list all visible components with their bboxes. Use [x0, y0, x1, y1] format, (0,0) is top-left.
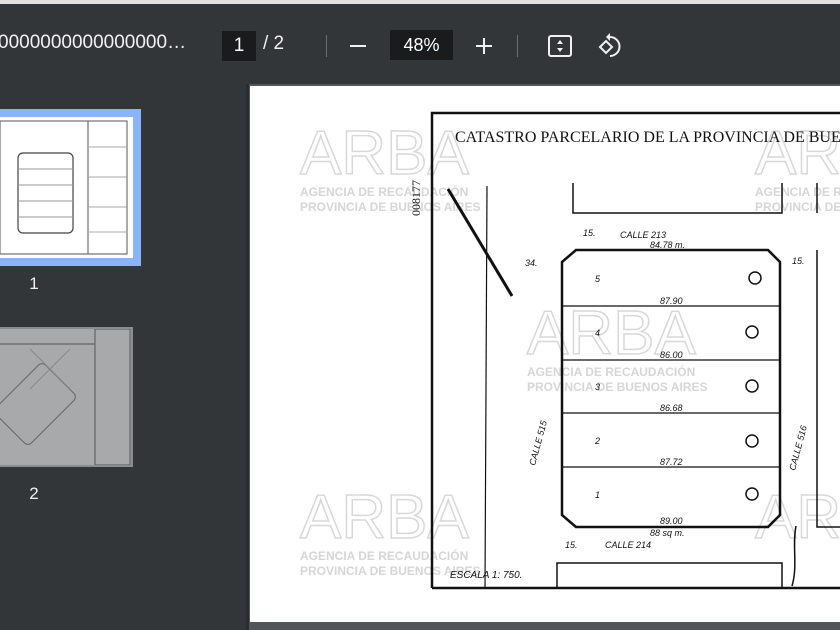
lot-dimension: 86.68	[660, 403, 683, 413]
cadastral-plan: ARBA ARBA ARBA ARBA ARBA AGENCIA DE RECA…	[299, 111, 840, 590]
lot-label: 3	[595, 382, 600, 392]
rotate-icon	[598, 33, 621, 57]
lot-label: 1	[595, 490, 600, 500]
block-top	[572, 183, 783, 214]
thumbnail-image	[0, 117, 133, 258]
zoom-level-input[interactable]: 48%	[390, 30, 453, 60]
document-filename: 0000000000000000…	[0, 32, 187, 53]
thumbnail-label: 1	[29, 274, 39, 293]
document-viewer[interactable]: ARBA ARBA ARBA ARBA ARBA AGENCIA DE RECA…	[249, 84, 840, 630]
corner-label: 15.	[565, 540, 578, 550]
lot-label: 2	[594, 436, 600, 446]
lot-label: 5	[595, 274, 601, 284]
corner-label: 34.	[525, 258, 538, 268]
minus-icon	[350, 45, 366, 47]
page-thumbnail-2[interactable]	[0, 327, 133, 467]
watermark-text: AGENCIA DE RECAUDACIÓN	[755, 184, 840, 199]
lot-dimension: 89.00	[660, 516, 683, 526]
watermark-text: AGENCIA DE RECAUDACIÓN	[527, 364, 695, 379]
zoom-in-button[interactable]	[468, 30, 500, 62]
pdf-page: ARBA ARBA ARBA ARBA ARBA AGENCIA DE RECA…	[250, 86, 840, 622]
lot-dimension: 87.90	[660, 296, 683, 306]
watermark-logo: ARBA	[300, 483, 469, 552]
page-number-input[interactable]: 1	[222, 31, 256, 61]
street-label: CALLE 516	[787, 424, 809, 471]
watermark-text: AGENCIA DE RECAUDACIÓN	[300, 184, 468, 199]
watermark-logo: ARBA	[755, 483, 840, 552]
watermarks: ARBA ARBA ARBA ARBA ARBA	[299, 118, 840, 553]
scale-label: ESCALA 1: 750.	[450, 570, 522, 581]
watermark-text: PROVINCIA DE BUENOS AIRES	[527, 380, 707, 394]
street-label: CALLE 515	[527, 419, 549, 467]
street-label: CALLE 214	[605, 540, 651, 550]
page-total: / 2	[263, 33, 285, 54]
dimension-label: 88 sq m.	[650, 528, 685, 538]
pdf-toolbar: 0000000000000000… 1 / 2 48%	[0, 4, 840, 84]
plus-icon	[476, 38, 492, 54]
dimension-label: 84.78 m.	[650, 240, 685, 250]
document-title: CATASTRO PARCELARIO DE LA PROVINCIA DE B…	[455, 129, 840, 146]
fit-page-icon	[548, 35, 572, 57]
thumbnail-image	[0, 328, 131, 466]
block-bottom	[556, 562, 783, 588]
corner-label: 15.	[792, 256, 805, 266]
lot-dimension: 86.00	[660, 350, 683, 360]
toolbar-divider	[326, 35, 327, 57]
document-number: 008177	[409, 180, 423, 216]
street-label: CALLE 213	[620, 230, 666, 240]
page-thumbnail-1[interactable]	[0, 109, 141, 266]
watermark-logo: ARBA	[300, 119, 469, 188]
lot-label: 4	[595, 328, 600, 338]
watermark-text: AGENCIA DE RECAUDACIÓN	[300, 548, 468, 563]
watermark-text: PROVINCIA DE BUENOS AIRES	[755, 200, 840, 214]
watermark-text: PROVINCIA DE BUENOS AIRES	[300, 200, 480, 214]
zoom-out-button[interactable]	[342, 30, 374, 62]
corner-label: 15.	[583, 228, 596, 238]
thumbnail-sidebar: 1 2	[0, 84, 246, 630]
thumbnail-label: 2	[29, 484, 39, 503]
rotate-button[interactable]	[594, 30, 626, 62]
toolbar-divider	[517, 35, 518, 57]
fit-to-page-button[interactable]	[544, 30, 576, 62]
lot-dimension: 87.72	[660, 457, 683, 467]
